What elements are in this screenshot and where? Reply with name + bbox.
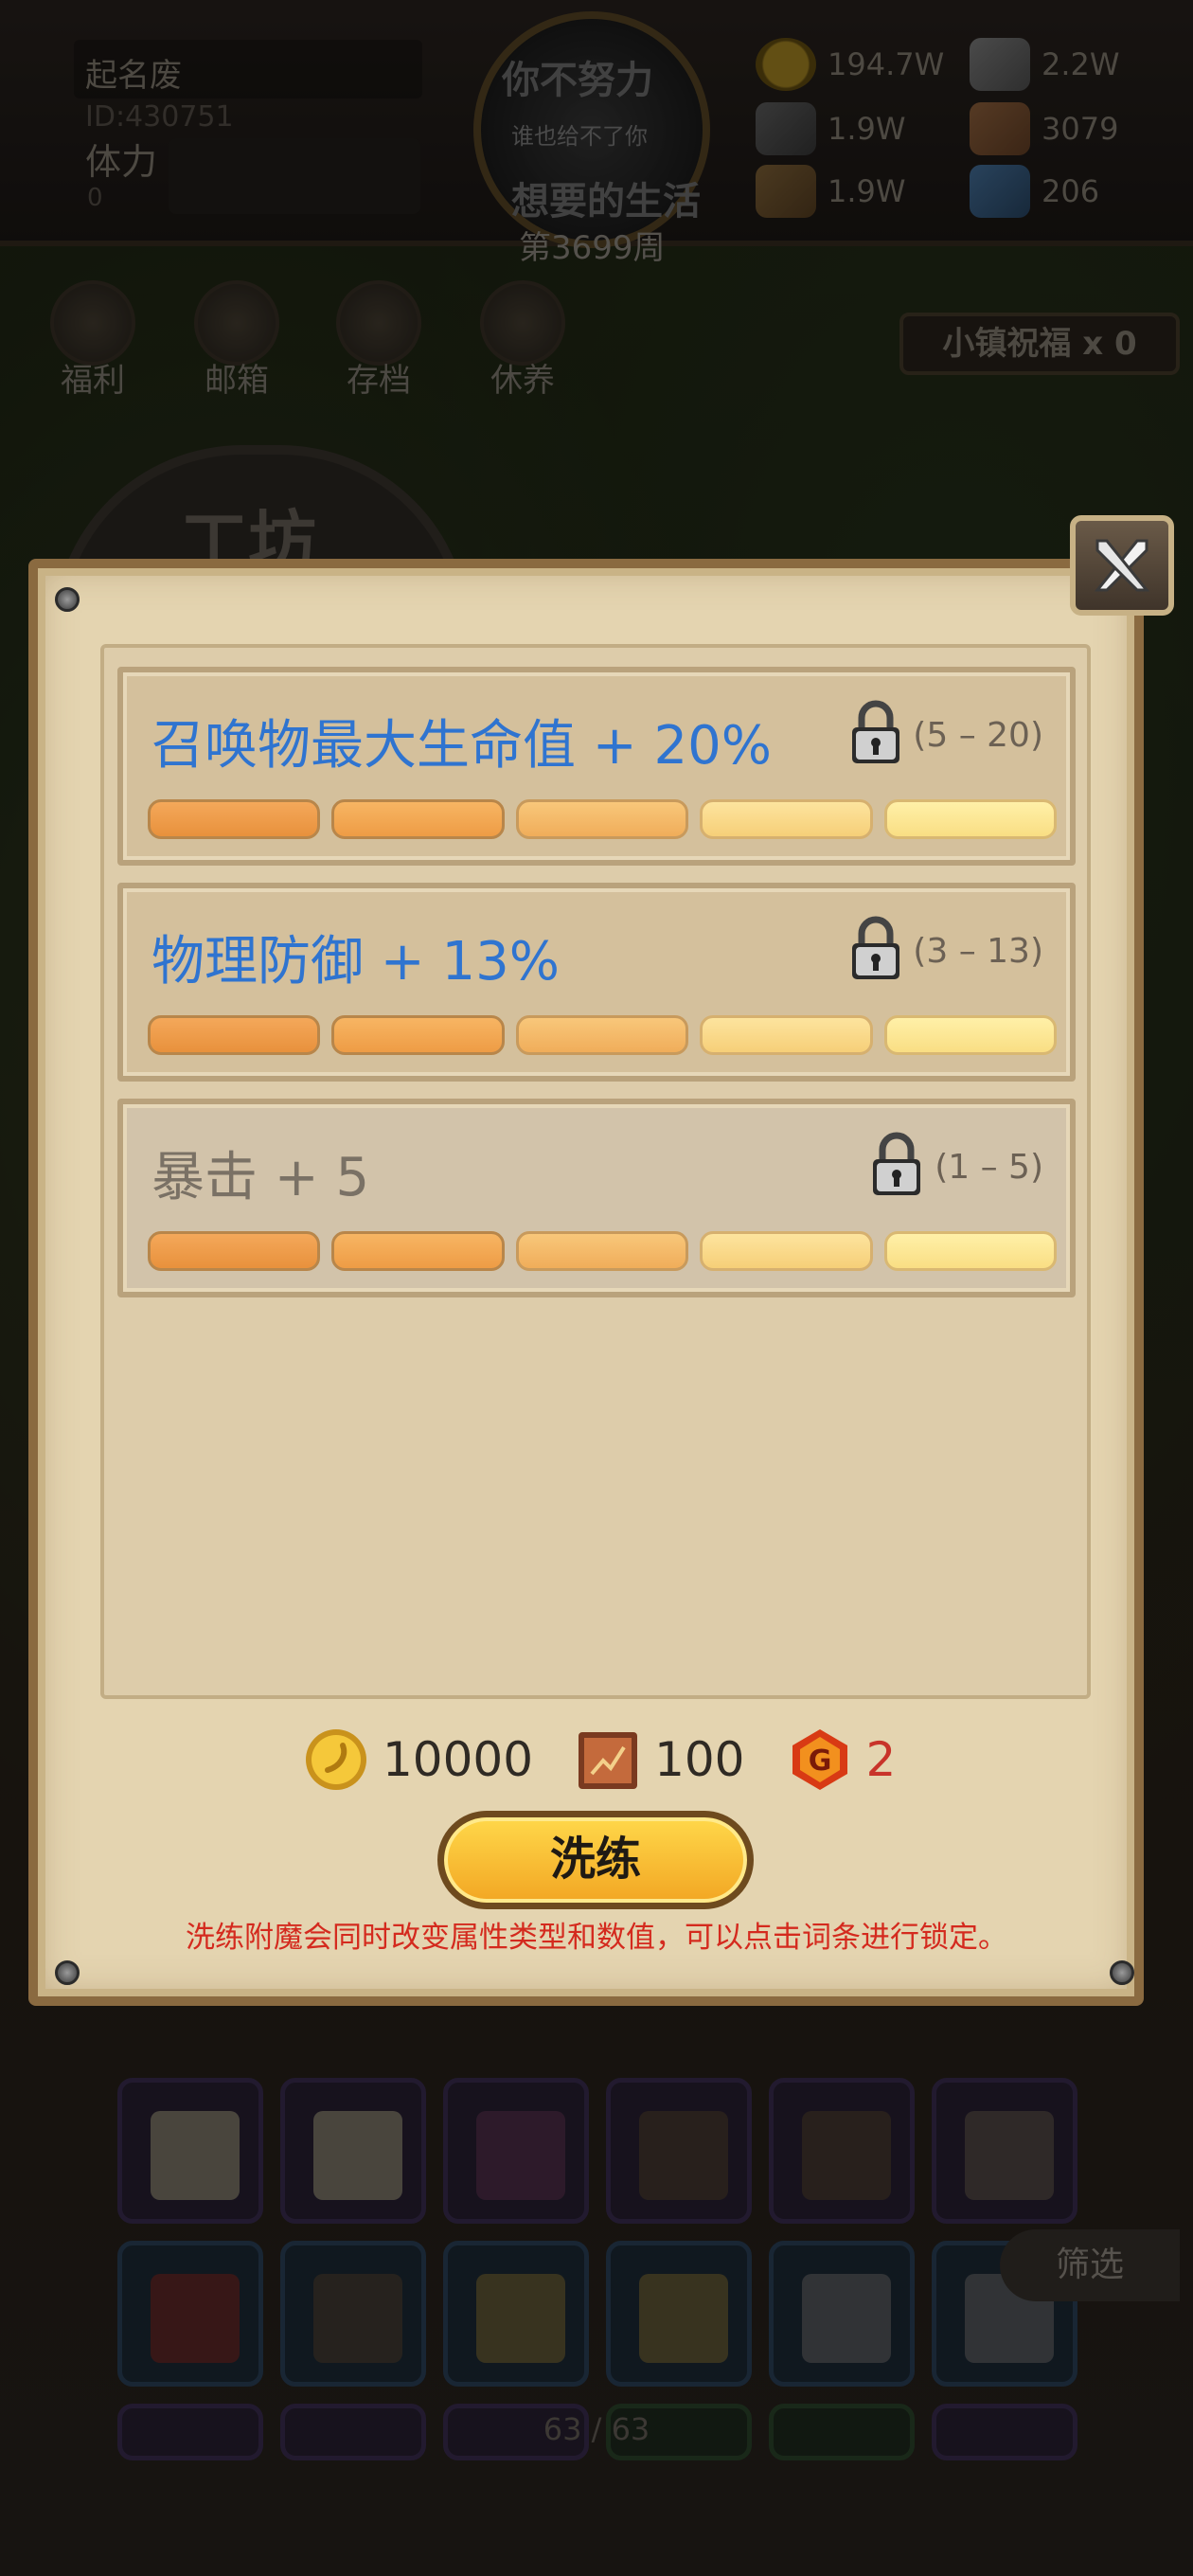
refine-cost: 10000 100 G 2 xyxy=(303,1724,937,1796)
padlock-icon[interactable] xyxy=(848,915,903,981)
refine-button[interactable]: 洗练 xyxy=(437,1811,754,1909)
quality-segment xyxy=(331,1015,505,1055)
gold-coin-icon xyxy=(306,1729,366,1790)
cost-gem-value: 2 xyxy=(865,1732,897,1787)
attribute-row-2[interactable]: 物理防御 + 13% (3 – 13) xyxy=(117,883,1076,1082)
quality-bar xyxy=(148,1015,1058,1055)
quality-segment xyxy=(700,799,873,839)
quality-segment xyxy=(883,1231,1058,1271)
attribute-row-1[interactable]: 召唤物最大生命值 + 20% (5 – 20) xyxy=(117,667,1076,866)
quality-segment xyxy=(515,799,689,839)
rivet xyxy=(55,587,80,612)
quality-segment xyxy=(700,1015,873,1055)
gem-icon: G xyxy=(792,1729,847,1790)
attribute-range: (5 – 20) xyxy=(913,716,1043,755)
cost-cloth-value: 100 xyxy=(654,1732,745,1787)
quality-segment xyxy=(148,1231,321,1271)
attribute-text: 物理防御 + 13% xyxy=(151,931,560,993)
padlock-icon[interactable] xyxy=(848,699,903,765)
crossed-swords-close-icon xyxy=(1094,539,1150,592)
rivet xyxy=(55,1960,80,1985)
quality-bar xyxy=(148,1231,1058,1271)
refine-hint: 洗练附魔会同时改变属性类型和数值，可以点击词条进行锁定。 xyxy=(186,1921,1007,1955)
quality-segment xyxy=(883,1015,1058,1055)
cost-gold-value: 10000 xyxy=(383,1732,534,1787)
quality-bar xyxy=(148,799,1058,839)
quality-segment xyxy=(331,799,505,839)
quality-segment xyxy=(883,799,1058,839)
padlock-icon[interactable] xyxy=(869,1131,924,1197)
attribute-range: (1 – 5) xyxy=(935,1148,1043,1187)
svg-text:G: G xyxy=(808,1744,831,1778)
quality-segment xyxy=(331,1231,505,1271)
attribute-text: 召唤物最大生命值 + 20% xyxy=(151,715,772,777)
quality-segment xyxy=(148,799,321,839)
quality-segment xyxy=(148,1015,321,1055)
quality-segment xyxy=(515,1231,689,1271)
quality-segment xyxy=(515,1015,689,1055)
attribute-row-3[interactable]: 暴击 + 5 (1 – 5) xyxy=(117,1099,1076,1297)
attribute-text: 暴击 + 5 xyxy=(151,1147,370,1208)
rivet xyxy=(1110,1960,1134,1985)
quality-segment xyxy=(700,1231,873,1271)
cloth-icon xyxy=(579,1732,638,1789)
close-button[interactable] xyxy=(1070,515,1174,616)
attribute-range: (3 – 13) xyxy=(913,932,1043,971)
